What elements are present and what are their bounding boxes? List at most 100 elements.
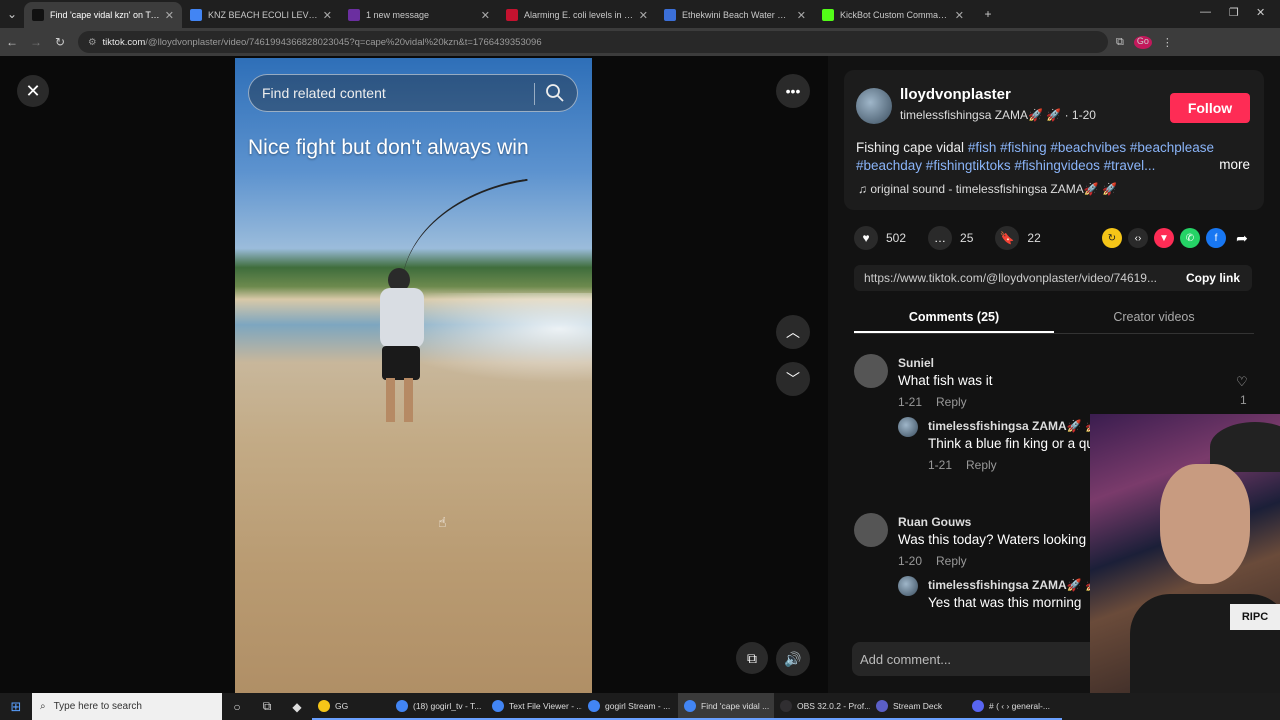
find-related-search[interactable]: Find related content	[248, 74, 578, 112]
avatar[interactable]	[898, 417, 918, 437]
tab-close-icon[interactable]: ✕	[481, 9, 490, 22]
comment-icon[interactable]: …	[928, 226, 953, 250]
avatar[interactable]	[854, 513, 888, 547]
taskbar-app-label: gogirl Stream - ...	[605, 700, 671, 711]
tab-label: KNZ BEACH ECOLI LEVELS - Go	[208, 10, 319, 20]
taskbar-app[interactable]: Find 'cape vidal ...	[678, 693, 774, 720]
site-info-icon[interactable]: ⚙	[88, 37, 97, 48]
post-username[interactable]: lloydvonplaster	[900, 86, 1011, 103]
taskbar-app[interactable]: Text File Viewer - ...	[486, 693, 582, 720]
windows-start-icon[interactable]: ⊞	[0, 699, 32, 715]
taskbar-search-input[interactable]: Type here to search	[54, 701, 142, 712]
comment-author[interactable]: timelessfishingsa ZAMA🚀 🚀 ·	[928, 578, 1107, 592]
post-subline: timelessfishingsa ZAMA🚀 🚀 · 1-20	[900, 108, 1096, 122]
tab-close-icon[interactable]: ✕	[955, 9, 964, 22]
reply-button[interactable]: Reply	[936, 554, 967, 568]
account-avatar-icon[interactable]: Go	[1133, 35, 1152, 49]
avatar[interactable]	[854, 354, 888, 388]
tab-favicon-icon	[348, 9, 360, 21]
browser-tab[interactable]: Find 'cape vidal kzn' on TikTok | ✕	[24, 2, 182, 28]
menu-kebab-icon[interactable]: ⋮	[1162, 36, 1173, 49]
bookmark-icon[interactable]: 🔖	[995, 226, 1020, 250]
url-field[interactable]: ⚙ tiktok.com/@lloydvonplaster/video/7461…	[78, 31, 1108, 53]
minimize-icon[interactable]: —	[1200, 6, 1211, 18]
tab-close-icon[interactable]: ✕	[639, 9, 648, 22]
heart-icon[interactable]: ♡	[1236, 374, 1248, 390]
send-icon[interactable]: ▼	[1154, 228, 1174, 248]
new-tab-button[interactable]: +	[976, 7, 1000, 21]
browser-tab[interactable]: 1 new message ✕	[340, 2, 498, 28]
facebook-icon[interactable]: f	[1206, 228, 1226, 248]
comment-author[interactable]: Suniel	[898, 356, 934, 370]
share-arrow-icon[interactable]: ➦	[1232, 228, 1252, 248]
forward-icon[interactable]: →	[24, 35, 48, 49]
taskbar-app[interactable]: Stream Deck	[870, 693, 966, 720]
comment-text: Yes that was this morning	[928, 595, 1082, 610]
tab-comments[interactable]: Comments (25)	[854, 304, 1054, 333]
browser-tab[interactable]: Alarming E. coli levels in Durba ✕	[498, 2, 656, 28]
browser-tab[interactable]: Ethekwini Beach Water Quality ✕	[656, 2, 814, 28]
copilot-icon[interactable]: ◆	[282, 700, 312, 714]
tab-favicon-icon	[32, 9, 44, 21]
more-options-icon[interactable]: •••	[776, 74, 810, 108]
reload-icon[interactable]: ↻	[48, 35, 72, 49]
taskbar-app[interactable]: # ( ‹ › general-...	[966, 693, 1062, 720]
browser-tab-bar: ⌄ Find 'cape vidal kzn' on TikTok |✕KNZ …	[0, 0, 1280, 28]
copy-link-button[interactable]: Copy link	[1186, 271, 1240, 285]
comment-author[interactable]: timelessfishingsa ZAMA🚀 🚀 ·	[928, 419, 1107, 433]
comment-author[interactable]: Ruan Gouws	[898, 515, 971, 529]
follow-button[interactable]: Follow	[1170, 93, 1250, 123]
taskbar-app[interactable]: OBS 32.0.2 - Prof...	[774, 693, 870, 720]
reply-button[interactable]: Reply	[936, 395, 967, 409]
hashtags-line-2[interactable]: #beachday #fishingtiktoks #fishingvideos…	[856, 158, 1155, 173]
search-input[interactable]: Find related content	[262, 85, 386, 101]
browser-tab[interactable]: KNZ BEACH ECOLI LEVELS - Go ✕	[182, 2, 340, 28]
whatsapp-icon[interactable]: ✆	[1180, 228, 1200, 248]
browser-tab[interactable]: KickBot Custom Commands ✕	[814, 2, 972, 28]
taskbar-app-label: Stream Deck	[893, 700, 943, 711]
taskbar-app-label: OBS 32.0.2 - Prof...	[797, 700, 870, 711]
next-video-icon[interactable]: ﹀	[776, 362, 810, 396]
floating-player-icon[interactable]: ⧉	[736, 642, 768, 674]
tab-label: Find 'cape vidal kzn' on TikTok |	[50, 10, 161, 20]
search-icon[interactable]	[545, 83, 565, 103]
more-button[interactable]: more	[1219, 157, 1250, 172]
tab-close-icon[interactable]: ✕	[165, 9, 174, 22]
taskbar-app[interactable]: gogirl Stream - ...	[582, 693, 678, 720]
video-link[interactable]: https://www.tiktok.com/@lloydvonplaster/…	[864, 271, 1157, 285]
taskbar-app[interactable]: GG	[312, 693, 390, 720]
app-icon	[492, 699, 504, 712]
avatar[interactable]	[898, 576, 918, 596]
comment-text: What fish was it	[898, 373, 993, 388]
embed-icon[interactable]: ‹›	[1128, 228, 1148, 248]
heart-icon[interactable]: ♥	[854, 226, 878, 250]
taskbar-app[interactable]: (18) gogirl_tv - T...	[390, 693, 486, 720]
previous-video-icon[interactable]: ︿	[776, 315, 810, 349]
shirt-logo: RIPC	[1230, 604, 1280, 630]
task-view-icon[interactable]: ⧉	[252, 699, 282, 714]
tab-favicon-icon	[506, 9, 518, 21]
close-window-icon[interactable]: ✕	[1256, 6, 1265, 19]
url-path: /@lloydvonplaster/video/7461994366828023…	[145, 36, 542, 48]
cortana-icon[interactable]: ○	[222, 700, 252, 714]
hashtags-line-1[interactable]: #fish #fishing #beachvibes #beachplease	[968, 140, 1214, 155]
taskbar-app-label: # ( ‹ › general-...	[989, 700, 1050, 711]
tab-list-chevron-icon[interactable]: ⌄	[0, 7, 24, 21]
tab-favicon-icon	[190, 9, 202, 21]
restore-icon[interactable]: ❐	[1229, 6, 1239, 19]
video-player[interactable]: Find related content Nice fight but don'…	[235, 58, 592, 693]
tab-close-icon[interactable]: ✕	[797, 9, 806, 22]
back-icon[interactable]: ←	[0, 35, 24, 49]
reply-button[interactable]: Reply	[966, 458, 997, 472]
sound-link[interactable]: ♫ original sound - timelessfishingsa ZAM…	[858, 182, 1117, 196]
extension-icon[interactable]: ⧉	[1116, 36, 1124, 49]
close-icon[interactable]: ✕	[17, 75, 49, 107]
taskbar-search[interactable]: ⌕ Type here to search	[32, 693, 222, 720]
tab-close-icon[interactable]: ✕	[323, 9, 332, 22]
tab-creator-videos[interactable]: Creator videos	[1054, 304, 1254, 333]
url-host: tiktok.com	[102, 36, 146, 48]
repost-icon[interactable]: ↻	[1102, 228, 1122, 248]
mouse-cursor-icon: ☝	[438, 514, 447, 530]
volume-icon[interactable]: 🔊	[776, 642, 810, 676]
avatar[interactable]	[856, 88, 892, 124]
